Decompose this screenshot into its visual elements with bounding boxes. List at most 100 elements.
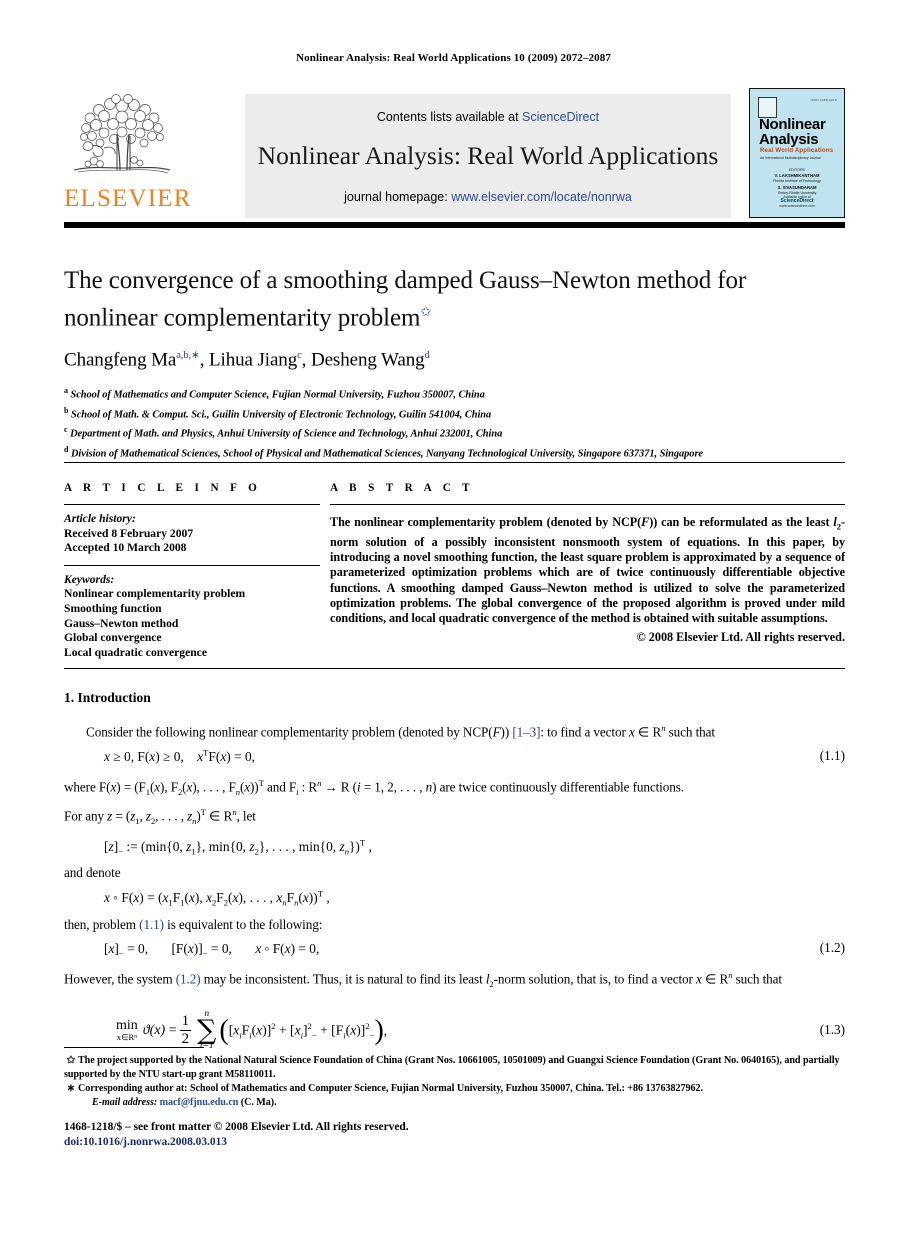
imprint-block: 1468-1218/$ – see front matter © 2008 El… [64, 1120, 664, 1150]
equation-1-1: x ≥ 0, F(x) ≥ 0, xTF(x) = 0, [104, 747, 256, 765]
footnote-email-line: E-mail address: macf@fjnu.edu.cn (C. Ma)… [64, 1096, 845, 1110]
open-paren: ( [219, 1014, 229, 1046]
equation-1-1-row: x ≥ 0, F(x) ≥ 0, xTF(x) = 0, (1.1) [64, 748, 845, 768]
sciencedirect-link[interactable]: ScienceDirect [522, 110, 599, 124]
email-link[interactable]: macf@fjnu.edu.cn [160, 1097, 239, 1108]
journal-title: Nonlinear Analysis: Real World Applicati… [257, 141, 719, 170]
affiliation-list: a School of Mathematics and Computer Sci… [64, 383, 845, 463]
affiliation-d-mark: d [64, 445, 69, 455]
fraction-numerator: 1 [181, 1013, 190, 1030]
doi-line[interactable]: doi:10.1016/j.nonrwa.2008.03.013 [64, 1135, 664, 1150]
equation-1-3-number: (1.3) [819, 1022, 845, 1038]
cover-editor1-aff: Florida Institute of Technology [773, 179, 821, 184]
cover-footer: Available online at ScienceDirect www.sc… [753, 195, 841, 208]
equation-1-3-min: min x∈Rⁿ [116, 1018, 138, 1043]
abstract-heading: A B S T R A C T [330, 482, 475, 494]
equation-1-3-terms: [xiFi(x)]2 + [xi]2− + [Fi(x)]2− [228, 1020, 375, 1041]
footnote-rule [64, 1047, 204, 1049]
equation-1-2-row: [x]− = 0, [F(x)]− = 0, x ◦ F(x) = 0, (1.… [64, 940, 845, 960]
cover-editors: EDITORS V. LAKSHMIKANTHAM Florida Instit… [753, 168, 841, 196]
journal-homepage-link[interactable]: www.elsevier.com/locate/nonrwa [451, 190, 632, 204]
author-1-affil-marks[interactable]: a,b, [176, 350, 191, 361]
keyword-1: Nonlinear complementarity problem [64, 587, 246, 601]
contents-available-line: Contents lists available at ScienceDirec… [377, 110, 599, 124]
affiliation-d-text: Division of Mathematical Sciences, Schoo… [70, 448, 703, 460]
homepage-prefix: journal homepage: [344, 190, 452, 204]
equation-1-2-number: (1.2) [819, 940, 845, 956]
affiliation-b: b School of Math. & Comput. Sci., Guilin… [64, 403, 845, 423]
affiliation-b-mark: b [64, 405, 69, 415]
cover-editor1: V. LAKSHMIKANTHAM [774, 173, 820, 179]
min-subscript: x∈Rⁿ [116, 1032, 137, 1043]
intro-paragraph-6-prefix: However, the system [64, 971, 176, 987]
intro-paragraph-4: and denote [64, 865, 121, 881]
author-1-corresponding-marker[interactable]: ∗ [191, 350, 200, 361]
equation-1-3-row: min x∈Rⁿ ϑ(x) = 1 2 n ∑ i=1 ( [xiFi(x)]2… [64, 1010, 845, 1051]
intro-paragraph-6: However, the system (1.2) may be inconsi… [64, 970, 782, 990]
footnote-funding-text: The project supported by the National Na… [64, 1055, 840, 1080]
intro-paragraph-5: then, problem (1.1) is equivalent to the… [64, 916, 845, 934]
footnote-corresponding-author: ∗ Corresponding author at: School of Math… [64, 1082, 845, 1109]
intro-paragraph-1: Consider the following nonlinear complem… [86, 723, 715, 740]
affiliation-d: d Division of Mathematical Sciences, Sch… [64, 442, 845, 462]
cover-title-line2: Analysis [759, 131, 819, 148]
imprint-front-matter: 1468-1218/$ – see front matter © 2008 El… [64, 1121, 409, 1133]
keywords-block: Keywords: Nonlinear complementarity prob… [64, 573, 320, 661]
email-suffix: (C. Ma). [238, 1096, 277, 1108]
title-abstract-divider [64, 462, 845, 464]
article-info-rule [64, 504, 320, 506]
elsevier-wordmark: ELSEVIER [64, 185, 192, 212]
cover-issn: ISSN 1468-1218 [810, 98, 837, 102]
cover-editor2: S. SIVASUNDARAM [777, 184, 817, 190]
intro-paragraph-2: where F(x) = (F1(x), F2(x), . . . , Fn(x… [64, 777, 684, 798]
footnote-corresponding-text: Corresponding author at: School of Mathe… [78, 1083, 703, 1095]
author-3-affil-mark[interactable]: d [425, 350, 430, 361]
article-history-label: Article history: [64, 512, 136, 526]
keyword-2: Smoothing function [64, 602, 162, 615]
affiliation-a-text: School of Mathematics and Computer Scien… [70, 389, 485, 401]
equation-1-2: [x]− = 0, [F(x)]− = 0, x ◦ F(x) = 0, [104, 941, 320, 960]
cover-subtitle: Real World Applications [760, 148, 834, 154]
footnote-block: ✩ The project supported by the National N… [64, 1054, 845, 1110]
footnote-funding-marker: ✩ [66, 1055, 76, 1066]
journal-cover-thumbnail: ISSN 1468-1218 Nonlinear Analysis Real W… [749, 88, 845, 218]
accepted-date: Accepted 10 March 2008 [64, 541, 187, 555]
footnote-corresponding-marker: ∗ [66, 1083, 76, 1095]
keywords-label: Keywords: [64, 572, 115, 586]
equation-ref-1-1[interactable]: (1.1) [139, 917, 164, 932]
abstract-column: A B S T R A C T The nonlinear complement… [330, 482, 845, 645]
article-title-text: The convergence of a smoothing damped Ga… [64, 267, 747, 332]
affiliation-a-mark: a [64, 385, 68, 395]
masthead-panel: Contents lists available at ScienceDirec… [245, 94, 731, 218]
keyword-3: Gauss–Newton method [64, 616, 179, 630]
citation-1-3[interactable]: [1–3] [512, 724, 540, 739]
summation-operator: n ∑ i=1 [197, 1010, 216, 1051]
equation-1-3: min x∈Rⁿ ϑ(x) = 1 2 n ∑ i=1 ( [xiFi(x)]2… [116, 1009, 388, 1051]
affiliation-b-text: School of Math. & Comput. Sci., Guilin U… [70, 409, 492, 420]
email-label: E-mail address: [92, 1096, 158, 1108]
article-body: 1. Introduction Consider the following n… [64, 690, 845, 1058]
title-footnote-marker[interactable]: ✩ [420, 304, 431, 319]
intro-paragraph-5-suffix: is equivalent to the following: [163, 916, 323, 932]
cover-title-line1: Nonlinear [759, 116, 826, 133]
keyword-5: Local quadratic convergence [64, 645, 207, 659]
sigma-glyph: ∑ [197, 1014, 217, 1046]
equation-ref-1-2[interactable]: (1.2) [176, 972, 201, 987]
affiliation-a: a School of Mathematics and Computer Sci… [64, 383, 845, 403]
abstract-copyright: © 2008 Elsevier Ltd. All rights reserved… [636, 630, 845, 645]
author-list: Changfeng Maa,b,∗, Lihua Jiangc, Desheng… [64, 349, 845, 371]
journal-homepage-line: journal homepage: www.elsevier.com/locat… [344, 190, 632, 204]
masthead-divider [64, 222, 845, 228]
title-block: The convergence of a smoothing damped Ga… [64, 265, 845, 462]
author-3: , Desheng Wang [301, 349, 425, 371]
affiliation-c-mark: c [64, 425, 68, 435]
article-info-column: A R T I C L E I N F O Article history: R… [64, 482, 320, 660]
running-head: Nonlinear Analysis: Real World Applicati… [296, 52, 611, 64]
section-heading-introduction: 1. Introduction [64, 690, 151, 705]
journal-article-page: Nonlinear Analysis: Real World Applicati… [0, 0, 907, 1238]
contents-prefix: Contents lists available at [376, 110, 523, 124]
keyword-4: Global convergence [64, 631, 162, 645]
abstract-body-divider [64, 668, 845, 670]
article-info-heading: A R T I C L E I N F O [64, 482, 262, 494]
footnote-funding: ✩ The project supported by the National N… [64, 1054, 845, 1081]
